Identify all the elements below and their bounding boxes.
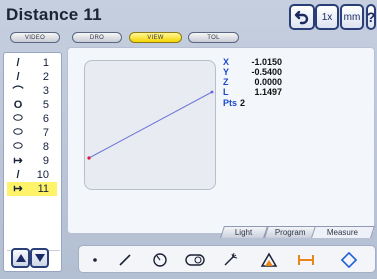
angle-icon xyxy=(260,252,278,267)
slot-icon: ⬭ xyxy=(13,140,23,153)
slot-icon: ⬭ xyxy=(13,126,23,139)
line-icon: / xyxy=(16,70,20,83)
triangle-down-icon xyxy=(34,254,45,262)
rectangle-icon xyxy=(340,251,358,268)
feature-number: 10 xyxy=(36,168,49,181)
page-title: Distance 11 xyxy=(6,5,102,24)
x-value: -1.0150 xyxy=(251,57,282,67)
feature-number: 1 xyxy=(42,56,49,69)
feature-item-6[interactable]: ⬭ 6 xyxy=(7,112,57,126)
l-readout: L 1.1497 xyxy=(223,87,353,97)
distance-plot xyxy=(87,90,214,160)
feature-item-2[interactable]: / 2 xyxy=(7,70,57,84)
feature-item-10[interactable]: / 10 xyxy=(7,168,57,182)
point-b xyxy=(210,90,214,94)
measure-point-button[interactable] xyxy=(86,248,104,271)
y-label: Y xyxy=(223,67,230,77)
tab-label: Measure xyxy=(327,228,359,237)
z-label: Z xyxy=(223,77,229,87)
feature-item-7[interactable]: ⬭ 7 xyxy=(7,126,57,140)
units-button[interactable]: mm xyxy=(340,4,364,30)
distance-icon xyxy=(298,254,314,265)
points-label: Pts xyxy=(223,98,238,108)
screen: Distance 11 1x mm ? VIDEO DRO VIEW TOL /… xyxy=(0,0,377,279)
distance-icon: ↦ xyxy=(13,155,23,168)
feature-item-9[interactable]: ↦ 9 xyxy=(7,154,57,168)
tab-label: Light xyxy=(235,228,253,237)
help-button[interactable]: ? xyxy=(366,4,376,30)
feature-item-1[interactable]: / 1 xyxy=(7,56,57,70)
readout-panel: X -1.0150 Y -0.5400 Z 0.0000 L 1.1497 Pt… xyxy=(223,57,353,108)
feature-number: 7 xyxy=(42,126,49,139)
distance-line xyxy=(88,91,213,159)
point-a xyxy=(87,156,91,160)
feature-number: 5 xyxy=(42,98,49,111)
feature-item-8[interactable]: ⬭ 8 xyxy=(7,140,57,154)
scroll-down-button[interactable] xyxy=(30,248,49,268)
tab-view[interactable]: VIEW xyxy=(129,32,182,43)
x-label: X xyxy=(223,57,230,67)
triangle-up-icon xyxy=(15,254,26,262)
y-value: -0.5400 xyxy=(251,67,282,77)
feature-list: / 1 / 2 ⌒ 3 O 5 ⬭ 6 ⬭ 7 ⬭ 8 ↦ 9 / 10 ↦ 1… xyxy=(3,52,62,272)
undo-icon xyxy=(294,10,309,25)
tab-measure[interactable]: Measure xyxy=(311,226,375,238)
distance-icon: ↦ xyxy=(13,183,23,196)
tab-dro[interactable]: DRO xyxy=(72,32,122,43)
feature-number: 3 xyxy=(42,84,49,97)
feature-graph xyxy=(84,60,216,190)
y-readout: Y -0.5400 xyxy=(223,67,353,77)
feature-item-11[interactable]: ↦ 11 xyxy=(7,182,57,196)
tab-program[interactable]: Program xyxy=(264,226,317,238)
measure-distance-button[interactable] xyxy=(295,248,317,271)
line-icon: / xyxy=(16,56,20,69)
scroll-up-button[interactable] xyxy=(11,248,30,268)
feature-number: 9 xyxy=(42,154,49,167)
z-readout: Z 0.0000 xyxy=(223,77,353,87)
measure-angle-button[interactable] xyxy=(258,248,280,271)
slot-icon: ⬭ xyxy=(13,112,23,125)
measure-slot-button[interactable] xyxy=(183,248,207,271)
l-label: L xyxy=(223,87,229,97)
tab-video[interactable]: VIDEO xyxy=(10,32,60,43)
zoom-button[interactable]: 1x xyxy=(315,4,339,30)
measure-line-button[interactable] xyxy=(115,248,135,271)
z-value: 0.0000 xyxy=(254,77,282,87)
tab-light[interactable]: Light xyxy=(220,226,268,238)
feature-item-5[interactable]: O 5 xyxy=(7,98,57,112)
measure-rectangle-button[interactable] xyxy=(336,248,362,271)
feature-item-3[interactable]: ⌒ 3 xyxy=(7,84,57,98)
feature-number: 11 xyxy=(37,182,49,195)
feature-number: 6 xyxy=(42,112,49,125)
feature-number: 2 xyxy=(42,70,49,83)
line-icon: / xyxy=(16,168,20,181)
x-readout: X -1.0150 xyxy=(223,57,353,67)
slot-icon xyxy=(185,253,205,266)
feature-number: 8 xyxy=(42,140,49,153)
line-icon xyxy=(119,253,131,266)
measure-blob-button[interactable] xyxy=(220,248,240,271)
points-value: 2 xyxy=(240,98,246,108)
blob-icon xyxy=(224,252,238,265)
measure-circle-button[interactable] xyxy=(149,248,171,271)
arc-icon: ⌒ xyxy=(12,85,24,98)
point-icon xyxy=(93,257,97,262)
tab-label: Program xyxy=(274,228,306,237)
circle-icon xyxy=(153,252,167,267)
measure-toolbar xyxy=(78,245,376,273)
circle-icon: O xyxy=(13,98,23,111)
l-value: 1.1497 xyxy=(254,87,282,97)
tab-tol[interactable]: TOL xyxy=(188,32,239,43)
undo-button[interactable] xyxy=(289,4,315,30)
points-readout: Pts 2 xyxy=(223,98,353,108)
